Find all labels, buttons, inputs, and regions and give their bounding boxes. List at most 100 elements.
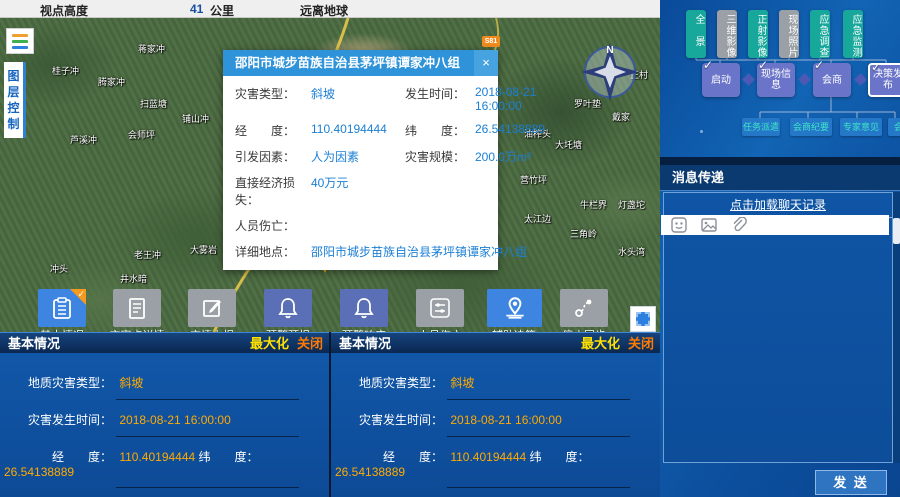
map-place-label: 水头湾 — [618, 245, 645, 258]
map-place-label: 扫蓝塘 — [140, 97, 167, 110]
info-row: 经 度： 110.40194444 纬 度： 26.54138889 — [331, 448, 642, 488]
stage-label: 启动 — [711, 75, 731, 86]
occur-time-value: 2018-08-21 16:00:00 — [475, 85, 545, 113]
cause-label: 引发因素： — [235, 148, 311, 165]
compass-north-label: N — [606, 45, 613, 56]
latitude-label: 纬 度： — [405, 122, 475, 139]
select-extent-tool[interactable] — [630, 306, 656, 332]
row-value2: 26.54138889 — [4, 465, 74, 479]
scale-label: 灾害规模： — [405, 148, 475, 165]
chat-scrollbar-thumb[interactable] — [893, 218, 900, 244]
map-place-label: 井水暗 — [120, 272, 147, 285]
close-button[interactable]: 关闭 — [628, 336, 654, 351]
flow-arrow-icon — [798, 73, 811, 86]
send-button[interactable]: 发 送 — [815, 470, 887, 495]
toolbar-casualty-button[interactable] — [416, 289, 464, 327]
layer-button-site-photo[interactable]: 现场照片 — [779, 10, 799, 58]
road-shield-badge: S81 — [482, 36, 500, 47]
close-button[interactable]: 关闭 — [297, 336, 323, 351]
row-label: 地质灾害类型： — [0, 374, 112, 391]
section-divider — [660, 157, 900, 165]
popup-body: 灾害类型： 斜坡 发生时间： 2018-08-21 16:00:00 经 度： … — [223, 76, 498, 270]
stage-label: 现场信息 — [757, 69, 795, 91]
panel-divider — [329, 332, 331, 497]
maximize-button[interactable]: 最大化 — [250, 336, 289, 351]
map-place-label: 芦溪冲 — [70, 133, 97, 146]
cause-value: 人为因素 — [311, 148, 405, 165]
map-place-label: 蒋家冲 — [138, 42, 165, 55]
hamburger-icon — [12, 34, 28, 37]
map-canvas[interactable]: 蒋家冲 桂子冲 腾家冲 扫蓝塘 铺山冲 芦溪冲 会师坪 正村 罗叶垫 戴家 油榨… — [0, 18, 660, 332]
layer-button-survey[interactable]: 应急调查 — [810, 10, 830, 58]
stage-node-start[interactable]: ✓ 启动 — [702, 63, 740, 97]
paperclip-icon[interactable] — [731, 217, 747, 233]
map-place-label: 牛栏界 — [580, 198, 607, 211]
economic-loss-label: 直接经济损失： — [235, 174, 311, 208]
map-place-label: 冲头 — [50, 262, 68, 275]
address-value: 邵阳市城步苗族自治县茅坪镇谭家冲八组 — [311, 243, 545, 260]
smiley-icon[interactable] — [671, 217, 687, 233]
viewpoint-height-unit: 公里 — [210, 2, 234, 19]
toolbar-stop-sync-button[interactable] — [560, 289, 608, 327]
stage-node-decision[interactable]: ✓ 决策发布 — [868, 63, 900, 97]
toolbar-basic-info-button[interactable]: ✓ — [38, 289, 86, 327]
output-consult-button[interactable]: 会商 — [888, 118, 900, 136]
row-underline — [447, 487, 630, 488]
output-expert-opinion-button[interactable]: 专家意见 — [840, 118, 882, 136]
row-label2: 纬 度： — [199, 450, 259, 464]
map-place-label: 桂子冲 — [52, 64, 79, 77]
map-place-label: 腾家冲 — [98, 75, 125, 88]
popup-close-button[interactable]: × — [474, 50, 498, 76]
toolbar-detail-button[interactable] — [113, 289, 161, 327]
stage-node-site-info[interactable]: ✓ 现场信息 — [757, 63, 795, 97]
output-meeting-minutes-button[interactable]: 会商纪要 — [790, 118, 832, 136]
check-icon: ✓ — [758, 60, 768, 71]
row-value2: 26.54138889 — [335, 465, 405, 479]
menu-toggle-button[interactable] — [6, 28, 34, 54]
output-task-dispatch-button[interactable]: 任务派遣 — [742, 118, 780, 136]
edit-icon — [200, 296, 224, 320]
map-pin-icon — [502, 295, 528, 321]
toolbar-report-button[interactable] — [188, 289, 236, 327]
status-bar: 视点高度 41 公里 远离地球 — [0, 0, 660, 18]
toolbar-decision-button[interactable] — [487, 289, 542, 327]
maximize-button[interactable]: 最大化 — [581, 336, 620, 351]
check-icon: ✓ — [814, 60, 824, 71]
casualty-value — [311, 217, 405, 234]
document-icon — [125, 296, 149, 320]
row-label: 地质灾害类型： — [331, 374, 443, 391]
map-place-label: 大雾岩 — [190, 243, 217, 256]
disaster-info-popup: 邵阳市城步苗族自治县茅坪镇谭家冲八组 × 灾害类型： 斜坡 发生时间： 2018… — [223, 50, 498, 270]
layer-button-monitor[interactable]: 应急监测 — [843, 10, 863, 58]
stage-node-consult[interactable]: ✓ 会商 — [813, 63, 851, 97]
layer-control-tab[interactable]: 图层控制 — [4, 62, 26, 138]
route-icon — [572, 296, 596, 320]
disaster-type-value: 斜坡 — [311, 85, 405, 113]
chat-input-toolbar — [661, 215, 889, 235]
bell-icon — [276, 296, 300, 320]
economic-loss-value: 40万元 — [311, 174, 405, 208]
compass-icon[interactable]: N — [578, 40, 642, 109]
scale-value: 200.0万m³ — [475, 148, 545, 165]
load-chat-history-link[interactable]: 点击加载聊天记录 — [730, 198, 826, 212]
layer-button-ortho[interactable]: 正射影像 — [748, 10, 768, 58]
toolbar-warning-button[interactable] — [264, 289, 312, 327]
info-row: 灾害发生时间： 2018-08-21 16:00:00 — [331, 411, 642, 437]
app-root: 视点高度 41 公里 远离地球 蒋家冲 桂子冲 腾家冲 扫蓝塘 铺山冲 芦溪冲 … — [0, 0, 900, 497]
row-value: 2018-08-21 16:00:00 — [450, 413, 561, 427]
map-place-label: 大圫塘 — [555, 138, 582, 151]
layer-button-3d-image[interactable]: 三维影像 — [717, 10, 737, 58]
row-label: 经 度： — [0, 448, 112, 465]
chat-scrollbar[interactable] — [893, 192, 900, 463]
info-row: 经 度： 110.40194444 纬 度： 26.54138889 — [0, 448, 311, 488]
info-row: 地质灾害类型： 斜坡 — [331, 374, 642, 400]
toolbar-response-button[interactable] — [340, 289, 388, 327]
image-icon[interactable] — [701, 217, 717, 233]
info-row: 灾害发生时间： 2018-08-21 16:00:00 — [0, 411, 311, 437]
latitude-value: 26.54138889 — [475, 122, 545, 139]
row-value: 2018-08-21 16:00:00 — [119, 413, 230, 427]
layer-button-panorama[interactable]: 全景 — [686, 10, 706, 58]
check-badge-icon: ✓ — [70, 289, 86, 305]
bell-icon — [352, 296, 376, 320]
map-place-label: 铺山冲 — [182, 112, 209, 125]
